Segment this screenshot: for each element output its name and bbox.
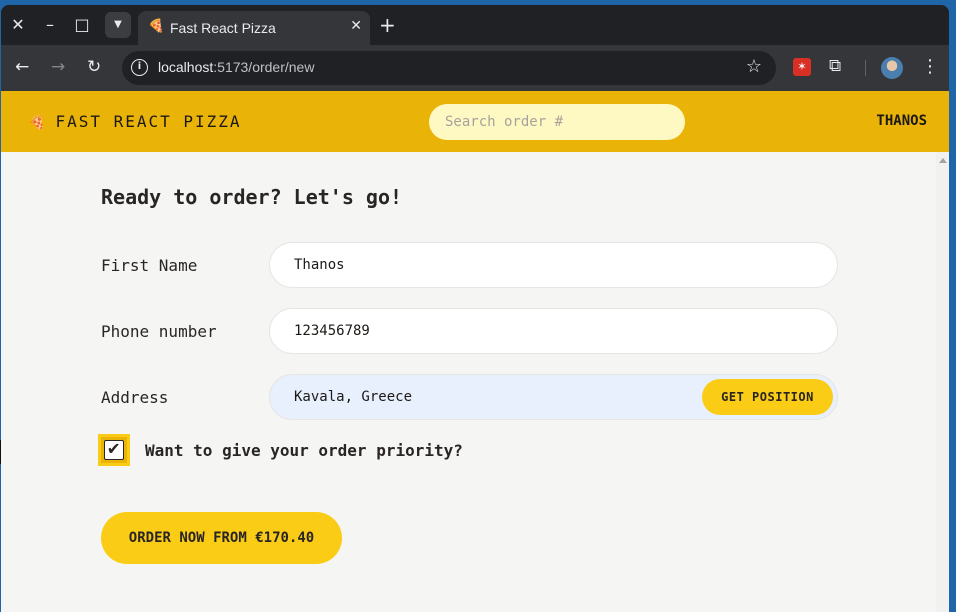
priority-checkbox[interactable]: ✔ xyxy=(98,434,130,466)
window-close-icon[interactable]: ✕ xyxy=(5,12,31,38)
url-text[interactable]: localhost:5173/order/new xyxy=(158,59,314,75)
logo-text: FAST REACT PIZZA xyxy=(55,112,242,131)
browser-window: ✕ – □ ▼ 🍕 Fast React Pizza ✕ + ← → ↻ i l… xyxy=(1,5,949,612)
address-bar[interactable]: i localhost:5173/order/new ☆ xyxy=(122,51,776,85)
tab-search-chevron-icon[interactable]: ▼ xyxy=(105,12,131,38)
extension-icon[interactable]: ✶ xyxy=(793,58,811,76)
phone-label: Phone number xyxy=(101,322,217,341)
first-name-label: First Name xyxy=(101,256,198,275)
pizza-favicon-icon: 🍕 xyxy=(148,19,165,34)
tab-fast-react-pizza[interactable]: 🍕 Fast React Pizza ✕ xyxy=(138,11,370,45)
toolbar-divider xyxy=(865,60,866,76)
checkbox-box[interactable]: ✔ xyxy=(104,437,124,460)
address-label: Address xyxy=(101,388,169,407)
tab-strip: ✕ – □ ▼ 🍕 Fast React Pizza ✕ + xyxy=(1,5,949,45)
new-tab-button[interactable]: + xyxy=(379,13,396,37)
username: THANOS xyxy=(876,113,927,129)
forward-icon[interactable]: → xyxy=(51,57,65,77)
web-page: 🍕 FAST REACT PIZZA THANOS Ready to order?… xyxy=(1,91,949,612)
bookmark-star-icon[interactable]: ☆ xyxy=(746,56,762,77)
site-info-icon[interactable]: i xyxy=(131,59,148,76)
pizza-logo-icon: 🍕 xyxy=(28,115,48,131)
extensions-puzzle-icon[interactable]: ⧉ xyxy=(829,56,841,76)
priority-label[interactable]: Want to give your order priority? xyxy=(145,441,463,460)
profile-avatar[interactable] xyxy=(881,57,903,79)
kebab-menu-icon[interactable]: ⋮ xyxy=(921,56,939,77)
app-logo[interactable]: 🍕 FAST REACT PIZZA xyxy=(28,112,242,131)
page-scrollbar[interactable] xyxy=(936,152,949,612)
order-now-button[interactable]: ORDER NOW FROM €170.40 xyxy=(101,512,342,564)
tab-close-icon[interactable]: ✕ xyxy=(350,18,362,34)
search-order-input[interactable] xyxy=(429,104,685,140)
scroll-up-arrow-icon[interactable] xyxy=(939,158,947,163)
checkmark-icon: ✔ xyxy=(108,437,120,459)
app-header: 🍕 FAST REACT PIZZA THANOS xyxy=(1,91,949,152)
first-name-field[interactable] xyxy=(269,242,838,288)
page-title: Ready to order? Let's go! xyxy=(101,185,403,209)
window-maximize-icon[interactable]: □ xyxy=(69,12,95,38)
phone-field[interactable] xyxy=(269,308,838,354)
reload-icon[interactable]: ↻ xyxy=(87,57,101,77)
window-minimize-icon[interactable]: – xyxy=(37,12,63,38)
back-icon[interactable]: ← xyxy=(15,57,29,77)
get-position-button[interactable]: GET POSITION xyxy=(702,379,833,415)
browser-toolbar: ← → ↻ i localhost:5173/order/new ☆ ✶ ⧉ ⋮ xyxy=(1,45,949,91)
tab-title: Fast React Pizza xyxy=(170,20,276,36)
